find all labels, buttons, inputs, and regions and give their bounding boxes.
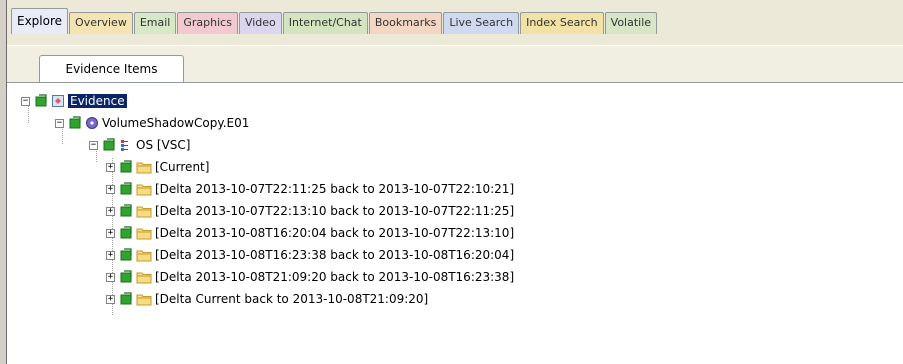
green-arrow-icon <box>120 292 132 305</box>
tree-node-image[interactable]: − VolumeShadowCopy.E01 <box>55 113 249 133</box>
volume-icon <box>121 140 128 151</box>
tree-node-snapshot[interactable]: + [Delta 2013-10-08T21:09:20 back to 201… <box>106 267 514 287</box>
tree-node-evidence[interactable]: − Evidence <box>21 91 127 111</box>
green-arrow-icon <box>120 248 132 261</box>
expand-toggle[interactable]: + <box>106 228 115 238</box>
tree-node-label: [Delta 2013-10-08T16:23:38 back to 2013-… <box>155 248 515 262</box>
expand-toggle[interactable]: + <box>106 206 115 216</box>
evidence-icon <box>52 95 64 107</box>
tree-node-label: [Delta 2013-10-08T21:09:20 back to 2013-… <box>155 270 515 284</box>
expand-toggle[interactable]: + <box>106 294 115 304</box>
folder-icon <box>136 272 152 284</box>
tree-node-label: Evidence <box>68 94 127 108</box>
tree-node-snapshot[interactable]: + [Delta 2013-10-07T22:13:10 back to 201… <box>106 201 514 221</box>
green-arrow-icon <box>120 182 132 195</box>
tree-node-snapshot[interactable]: + [Delta 2013-10-08T16:20:04 back to 201… <box>106 223 514 243</box>
collapse-toggle[interactable]: − <box>55 118 64 128</box>
folder-icon <box>136 250 152 262</box>
expand-toggle[interactable]: + <box>106 250 115 260</box>
green-arrow-icon <box>103 138 115 151</box>
tree-node-label: VolumeShadowCopy.E01 <box>102 116 250 130</box>
green-arrow-icon <box>120 204 132 217</box>
tree-node-volume[interactable]: − OS [VSC] <box>89 135 190 155</box>
expand-toggle[interactable]: + <box>106 184 115 194</box>
evidence-tree: − Evidence − VolumeShadowCopy.E01 − OS [… <box>0 0 903 364</box>
folder-icon <box>136 294 152 306</box>
tree-node-snapshot[interactable]: + [Current] <box>106 157 209 177</box>
green-arrow-icon <box>120 270 132 283</box>
collapse-toggle[interactable]: − <box>89 140 98 150</box>
tree-node-label: OS [VSC] <box>136 138 191 152</box>
tree-node-snapshot[interactable]: + [Delta 2013-10-08T16:23:38 back to 201… <box>106 245 514 265</box>
tree-node-snapshot[interactable]: + [Delta 2013-10-07T22:11:25 back to 201… <box>106 179 514 199</box>
folder-icon <box>136 228 152 240</box>
tree-node-label: [Delta 2013-10-07T22:11:25 back to 2013-… <box>155 182 515 196</box>
tree-node-label: [Delta 2013-10-08T16:20:04 back to 2013-… <box>155 226 515 240</box>
collapse-toggle[interactable]: − <box>21 96 30 106</box>
green-arrow-icon <box>35 94 47 107</box>
tree-node-label: [Delta Current back to 2013-10-08T21:09:… <box>155 292 429 306</box>
green-arrow-icon <box>120 160 132 173</box>
expand-toggle[interactable]: + <box>106 162 115 172</box>
green-arrow-icon <box>120 226 132 239</box>
tree-node-snapshot[interactable]: + [Delta Current back to 2013-10-08T21:0… <box>106 289 428 309</box>
green-arrow-icon <box>69 116 81 129</box>
folder-icon <box>136 206 152 218</box>
disk-image-icon <box>86 117 98 129</box>
expand-toggle[interactable]: + <box>106 272 115 282</box>
folder-icon <box>136 184 152 196</box>
tree-node-label: [Current] <box>155 160 210 174</box>
tree-node-label: [Delta 2013-10-07T22:13:10 back to 2013-… <box>155 204 515 218</box>
folder-icon <box>136 162 152 174</box>
